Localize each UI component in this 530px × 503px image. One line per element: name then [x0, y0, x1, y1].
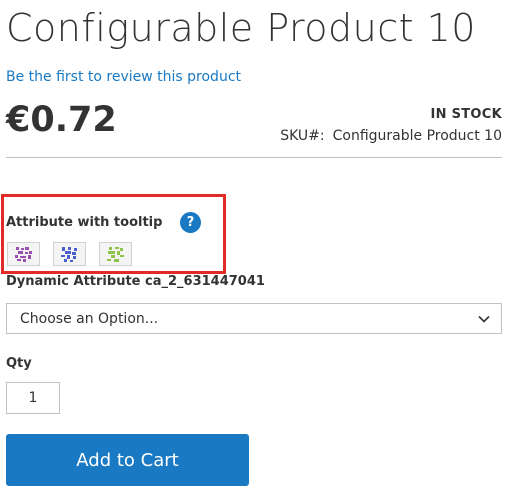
sku-value: Configurable Product 10 — [332, 128, 502, 144]
green-swatch-icon — [106, 247, 124, 262]
swatch-option-blue[interactable] — [53, 242, 86, 266]
page-title: Configurable Product 10 — [6, 6, 476, 50]
swatch-option-green[interactable] — [99, 242, 132, 266]
purple-swatch-icon — [14, 247, 32, 262]
option-select[interactable]: Choose an Option... — [6, 303, 502, 334]
product-price: €0.72 — [6, 100, 117, 140]
divider — [6, 157, 502, 158]
sku-line: SKU#: Configurable Product 10 — [280, 128, 502, 144]
chevron-down-icon — [478, 315, 490, 323]
swatch-option-purple[interactable] — [7, 242, 40, 266]
sku-label: SKU#: — [280, 128, 325, 144]
qty-label: Qty — [6, 356, 32, 371]
review-link[interactable]: Be the first to review this product — [6, 69, 241, 85]
stock-status: IN STOCK — [430, 107, 502, 122]
blue-swatch-icon — [60, 247, 77, 262]
tooltip-attribute-label: Attribute with tooltip — [6, 215, 163, 230]
dynamic-attribute-label: Dynamic Attribute ca_2_631447041 — [6, 274, 265, 289]
add-to-cart-button[interactable]: Add to Cart — [6, 434, 249, 486]
qty-input[interactable] — [6, 382, 60, 414]
select-placeholder: Choose an Option... — [20, 311, 159, 327]
help-icon[interactable]: ? — [180, 212, 201, 233]
